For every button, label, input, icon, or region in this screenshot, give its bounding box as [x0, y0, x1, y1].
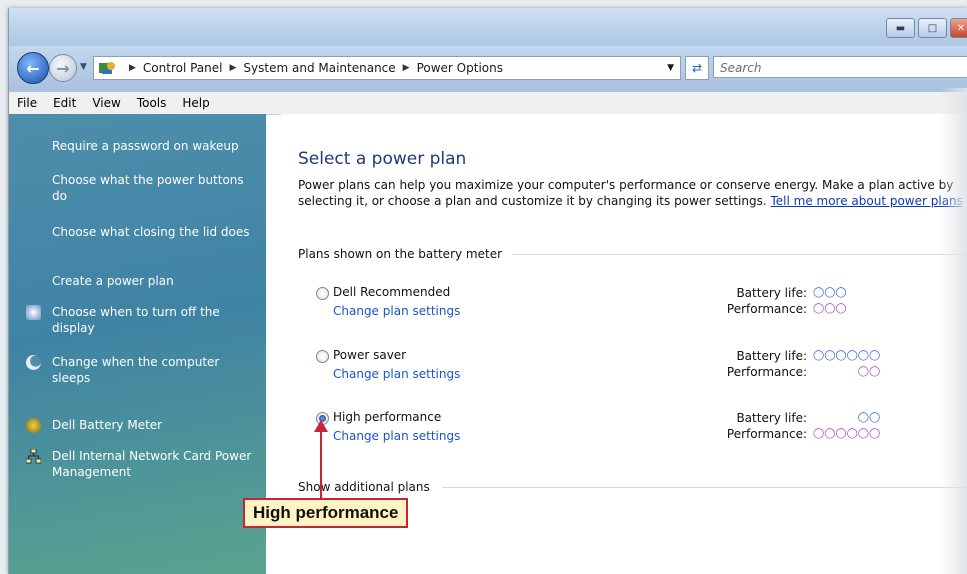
address-dropdown-icon[interactable]: ▼ — [667, 63, 674, 73]
battery-life-label: Battery life: — [736, 286, 807, 300]
plan-radio-button[interactable] — [316, 287, 329, 300]
group-label: Plans shown on the battery meter — [298, 247, 503, 261]
plan-dell-recommended: Dell Recommended Change plan settings Ba… — [316, 285, 956, 325]
battery-meter-icon — [26, 418, 41, 433]
plans-group-header: Plans shown on the battery meter — [298, 247, 967, 261]
breadcrumb-control-panel[interactable]: Control Panel — [143, 61, 223, 75]
change-plan-settings-link[interactable]: Change plan settings — [333, 429, 460, 443]
back-button[interactable]: ← — [17, 52, 49, 84]
breadcrumb-power-options[interactable]: Power Options — [417, 61, 503, 75]
breadcrumb-system-maintenance[interactable]: System and Maintenance — [243, 61, 395, 75]
callout-arrow — [320, 428, 322, 498]
show-additional-plans[interactable]: Show additional plans — [298, 480, 967, 494]
sidebar-item-label: Change when the computer sleeps — [52, 355, 220, 385]
sidebar-item-label: Require a password on wakeup — [52, 139, 239, 153]
plan-meta: Battery life: Performance: ◯◯◯◯◯◯◯◯ — [667, 348, 880, 380]
sidebar-item-label: Choose what closing the lid does — [52, 225, 250, 239]
maximize-icon[interactable]: □ — [918, 18, 947, 38]
sidebar-item-label: Dell Battery Meter — [52, 418, 163, 432]
change-plan-settings-link[interactable]: Change plan settings — [333, 367, 460, 381]
plan-name: Dell Recommended — [333, 285, 451, 299]
menu-view[interactable]: View — [92, 96, 120, 110]
plan-radio-button[interactable] — [316, 350, 329, 363]
moon-icon — [26, 355, 41, 370]
breadcrumb-separator-icon: ▶ — [402, 63, 410, 73]
show-additional-label: Show additional plans — [298, 480, 430, 494]
plan-meta: Battery life: Performance: ◯◯◯ ◯◯◯ — [667, 285, 847, 317]
menu-bar: File Edit View Tools Help — [9, 92, 967, 115]
battery-life-indicator: ◯◯◯ ◯◯◯ — [813, 287, 847, 314]
plan-name: Power saver — [333, 348, 407, 362]
caption-buttons: ▬ □ ✕ — [886, 18, 967, 38]
plan-meta: Battery life: Performance: ◯◯◯◯◯◯◯◯ — [667, 410, 880, 442]
plan-name: High performance — [333, 410, 442, 424]
sidebar-item-label: Choose when to turn off the display — [52, 305, 220, 335]
menu-edit[interactable]: Edit — [53, 96, 76, 110]
forward-button[interactable]: → — [49, 54, 77, 82]
task-sidebar: Require a password on wakeup Choose what… — [9, 114, 266, 574]
callout-label: High performance — [243, 498, 409, 528]
address-field[interactable]: ▶ Control Panel ▶ System and Maintenance… — [93, 56, 681, 80]
tell-me-more-link[interactable]: Tell me more about power plans — [770, 194, 962, 208]
change-plan-settings-link[interactable]: Change plan settings — [333, 304, 460, 318]
menu-help[interactable]: Help — [182, 96, 209, 110]
power-options-window: ▬ □ ✕ ← → ▼ ▶ Control Panel ▶ System and… — [8, 8, 967, 574]
history-dropdown-icon[interactable]: ▼ — [80, 62, 87, 72]
menu-tools[interactable]: Tools — [137, 96, 167, 110]
battery-life-label: Battery life: — [736, 349, 807, 363]
breadcrumb-separator-icon: ▶ — [229, 63, 237, 73]
display-icon — [26, 305, 41, 320]
group-divider — [512, 253, 967, 255]
sidebar-item-label: Create a power plan — [52, 274, 174, 288]
show-additional-divider — [441, 486, 967, 488]
battery-life-label: Battery life: — [736, 411, 807, 425]
menu-file[interactable]: File — [17, 96, 37, 110]
torn-edge-decoration — [940, 88, 967, 574]
network-icon — [26, 449, 41, 464]
performance-label: Performance: — [726, 365, 807, 379]
performance-label: Performance: — [726, 427, 807, 441]
page-title: Select a power plan — [298, 149, 467, 169]
plan-power-saver: Power saver Change plan settings Battery… — [316, 348, 956, 388]
breadcrumb-separator-icon: ▶ — [129, 63, 136, 73]
plan-high-performance: High performance Change plan settings Ba… — [316, 410, 956, 450]
title-bar: ▬ □ ✕ — [9, 8, 967, 46]
refresh-icon[interactable]: ⇄ — [685, 56, 709, 80]
battery-life-indicator: ◯◯◯◯◯◯◯◯ — [813, 412, 881, 439]
close-icon[interactable]: ✕ — [950, 18, 967, 38]
minimize-icon[interactable]: ▬ — [886, 18, 915, 38]
search-input[interactable]: Search — [713, 56, 967, 78]
sidebar-item-label: Choose what the power buttons do — [52, 173, 244, 203]
sidebar-item-label: Dell Internal Network Card Power Managem… — [52, 449, 252, 479]
address-toolbar: ← → ▼ ▶ Control Panel ▶ System and Maint… — [9, 46, 967, 92]
page-description: Power plans can help you maximize your c… — [298, 177, 963, 209]
performance-label: Performance: — [726, 302, 807, 316]
battery-life-indicator: ◯◯◯◯◯◯◯◯ — [813, 350, 881, 377]
control-panel-icon — [99, 62, 115, 74]
